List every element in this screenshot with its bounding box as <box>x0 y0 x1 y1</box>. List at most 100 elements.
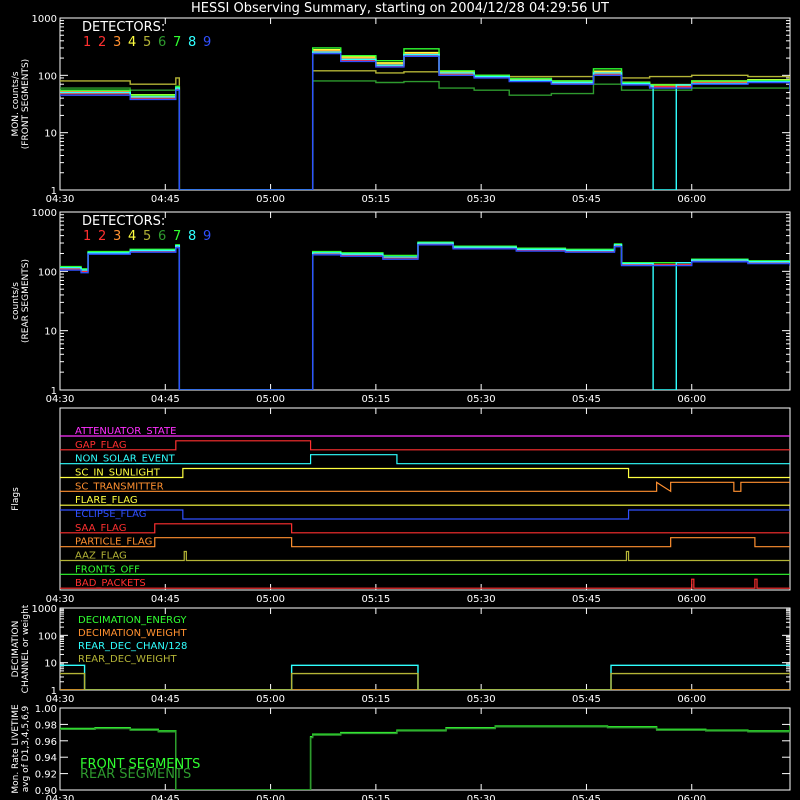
y-tick-label: 1.00 <box>35 704 57 715</box>
plot-frame <box>59 211 791 391</box>
legend-entry: 9 <box>203 35 211 50</box>
legend-entry: 1 <box>83 229 91 244</box>
y-axis-label: Flags <box>11 487 21 511</box>
legend-entry: REAR_DEC_CHAN/128 <box>78 641 187 652</box>
panel-flags: 04:30 04:45 05:00 05:15 05:30 05:45 06:00Flags… <box>11 407 791 605</box>
x-tick-label: 05:45 <box>572 394 601 405</box>
flag-label: PARTICLE_FLAG <box>75 537 152 548</box>
flag-label: BAD_PACKETS <box>75 578 146 589</box>
series-rear-dec-weight <box>60 672 790 690</box>
series-rear-dec-chan-128 <box>60 664 790 690</box>
y-tick-label: 10 <box>44 129 57 140</box>
flag-label: SC_TRANSMITTER <box>75 481 164 492</box>
flag-label: NON_SOLAR_EVENT <box>75 454 176 465</box>
y-tick-label: 1000 <box>32 208 57 219</box>
y-tick-label: 100 <box>38 267 57 278</box>
legend-entry: 3 <box>113 229 121 244</box>
x-tick-label: 06:00 <box>677 694 706 705</box>
x-tick-label: 05:00 <box>256 694 285 705</box>
legend-entry: 3 <box>113 35 121 50</box>
x-tick-label: 05:30 <box>467 794 496 800</box>
legend-entry: 5 <box>143 35 151 50</box>
y-tick-label: 0.98 <box>35 720 57 731</box>
flag-trace <box>60 537 790 548</box>
flag-label: FRONTS_OFF <box>75 564 140 575</box>
legend-entry: 2 <box>98 229 106 244</box>
x-tick-label: 05:30 <box>467 594 496 605</box>
x-tick-label: 05:15 <box>361 194 390 205</box>
x-tick-label: 05:15 <box>361 394 390 405</box>
series-2 <box>60 51 790 190</box>
x-tick-label: 05:30 <box>467 194 496 205</box>
y-axis-label: counts/s(REAR SEGMENTS) <box>11 259 31 343</box>
y-tick-label: 0.92 <box>35 770 57 781</box>
y-tick-label: 0.96 <box>35 737 57 748</box>
series-7 <box>60 47 790 190</box>
y-axis-label-line: (FRONT SEGMENTS) <box>21 59 31 149</box>
legend-entry: 6 <box>158 229 166 244</box>
x-tick-label: 04:45 <box>151 394 180 405</box>
y-tick-label: 100 <box>38 631 57 642</box>
legend-entry: DECIMATION_WEIGHT <box>78 628 187 639</box>
y-axis-label-line: Mon. Rate LIVETIME <box>11 704 21 794</box>
y-tick-label: 100 <box>38 71 57 82</box>
series-8 <box>60 51 790 190</box>
plot-frame <box>59 17 791 191</box>
y-axis-label-line: counts/s <box>11 282 21 320</box>
hessi-summary-figure: HESSI Observing Summary, starting on 200… <box>11 1 791 800</box>
flag-trace <box>60 523 790 534</box>
y-tick-label: 1000 <box>32 604 57 615</box>
legend-entry: 5 <box>143 229 151 244</box>
flag-label: SAA_FLAG <box>75 523 126 534</box>
y-axis-label-line: MON. counts/s <box>11 71 21 136</box>
y-axis-label-line: (REAR SEGMENTS) <box>21 259 31 343</box>
x-tick-label: 05:45 <box>572 194 601 205</box>
x-tick-label: 05:00 <box>256 194 285 205</box>
flag-trace <box>60 550 790 562</box>
series-9 <box>60 244 790 390</box>
y-tick-label: 1000 <box>32 14 57 25</box>
y-axis-label-line: avg of D1,3,4,5,6,9 <box>21 705 31 792</box>
y-tick-label: 10 <box>44 659 57 670</box>
chart-title: HESSI Observing Summary, starting on 200… <box>191 1 609 16</box>
y-tick-label: 10 <box>44 327 57 338</box>
flag-trace <box>60 481 790 493</box>
y-axis-label: MON. counts/s(FRONT SEGMENTS) <box>11 59 31 149</box>
panels: 04:30 04:45 05:00 05:15 05:30 05:45 06:0011010… <box>11 14 791 800</box>
legend-entry: DECIMATION_ENERGY <box>78 615 187 626</box>
y-axis-label-line: CHANNEL or weight <box>21 604 31 693</box>
flag-trace <box>60 467 790 479</box>
legend-entry: 7 <box>173 35 181 50</box>
y-axis-label: Mon. Rate LIVETIMEavg of D1,3,4,5,6,9 <box>11 704 31 794</box>
y-tick-label: 1 <box>51 186 57 197</box>
flag-label: GAP_FLAG <box>75 440 127 451</box>
panel-livetime: 04:30 04:45 05:00 05:15 05:30 05:45 06:000.900… <box>11 704 791 800</box>
y-tick-label: 0.94 <box>35 753 57 764</box>
flag-label: ECLIPSE_FLAG <box>75 509 146 520</box>
x-tick-label: 04:45 <box>151 694 180 705</box>
legend-entry: 1 <box>83 35 91 50</box>
legend-entry: REAR_DEC_WEIGHT <box>78 654 177 665</box>
x-tick-label: 05:15 <box>361 594 390 605</box>
x-tick-label: 05:45 <box>572 594 601 605</box>
x-tick-label: 05:00 <box>256 794 285 800</box>
legend-entry: 8 <box>188 35 196 50</box>
y-axis-label-line: DECIMATION <box>11 621 21 678</box>
legend-entry: 4 <box>128 229 136 244</box>
x-tick-label: 06:00 <box>677 594 706 605</box>
x-tick-label: 05:15 <box>361 794 390 800</box>
x-tick-label: 06:00 <box>677 794 706 800</box>
flag-label: ATTENUATOR_STATE <box>75 426 176 437</box>
flag-trace <box>60 509 790 520</box>
legend-title: DETECTORS: <box>82 214 165 229</box>
x-tick-label: 05:00 <box>256 394 285 405</box>
x-tick-label: 05:45 <box>572 794 601 800</box>
legend-entry: 6 <box>158 35 166 50</box>
legend-entry: REAR SEGMENTS <box>80 767 191 782</box>
y-axis-label-line: Flags <box>11 487 21 511</box>
x-tick-label: 04:45 <box>151 594 180 605</box>
series-9 <box>60 52 790 190</box>
x-tick-label: 05:45 <box>572 694 601 705</box>
legend-entry: 4 <box>128 35 136 50</box>
x-tick-label: 05:30 <box>467 394 496 405</box>
